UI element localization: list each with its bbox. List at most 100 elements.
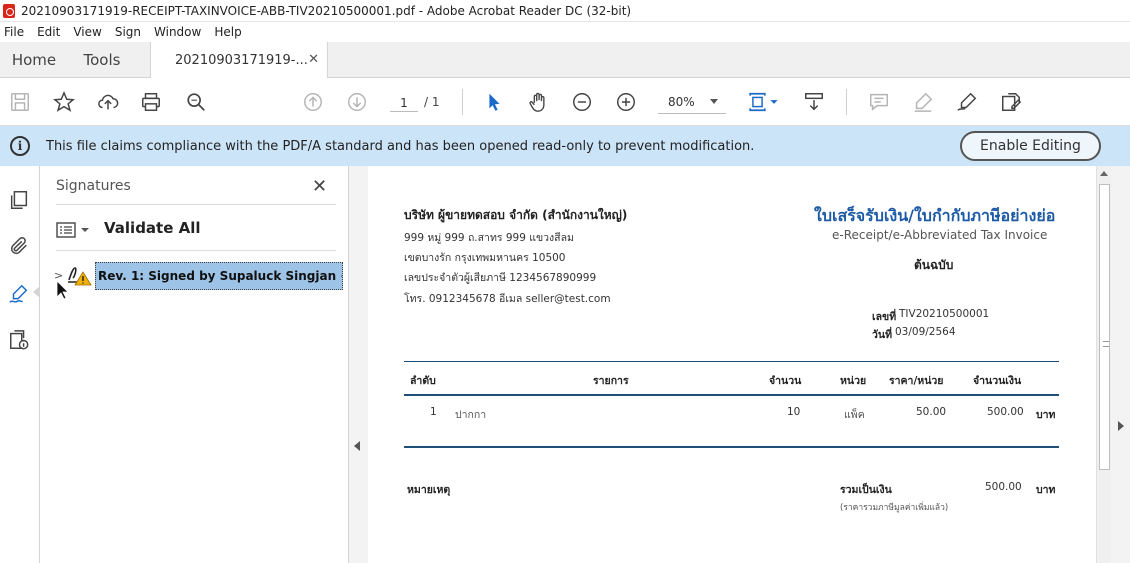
menu-bar: File Edit View Sign Window Help bbox=[0, 22, 1130, 42]
table-header-line bbox=[404, 394, 1059, 396]
pdfa-info-banner: i This file claims compliance with the P… bbox=[0, 126, 1130, 166]
enable-editing-button[interactable]: Enable Editing bbox=[960, 131, 1101, 161]
edit-pdf-icon[interactable] bbox=[999, 90, 1023, 114]
signature-pen-icon[interactable] bbox=[7, 282, 31, 306]
previous-page-icon[interactable] bbox=[301, 90, 325, 114]
document-number-label: เลขที่ bbox=[872, 311, 897, 323]
search-icon[interactable] bbox=[184, 90, 208, 114]
seller-address-line1: 999 หมู่ 999 ถ.สาทร 999 แขวงสีลม bbox=[404, 232, 574, 244]
zoom-out-icon[interactable] bbox=[570, 90, 594, 114]
right-panel-toggle[interactable] bbox=[1111, 166, 1130, 563]
document-title-thai: ใบเสร็จรับเงิน/ใบกำกับภาษีอย่างย่อ bbox=[814, 206, 1056, 225]
page-thumbnails-icon[interactable] bbox=[7, 188, 31, 212]
scroll-mode-icon[interactable] bbox=[802, 90, 826, 114]
signature-label: Rev. 1: Signed by Supaluck Singjan <supa… bbox=[98, 269, 342, 283]
menu-window[interactable]: Window bbox=[150, 25, 205, 39]
window-title: 20210903171919-RECEIPT-TAXINVOICE-ABB-TI… bbox=[21, 3, 632, 18]
menu-view[interactable]: View bbox=[69, 25, 105, 39]
column-header-no: ลำดับ bbox=[410, 375, 436, 387]
close-panel-icon[interactable]: ✕ bbox=[312, 176, 327, 197]
tab-document-label: 20210903171919-... bbox=[175, 53, 308, 68]
mouse-pointer-icon bbox=[56, 280, 69, 300]
seller-company-name: บริษัท ผู้ขายทดสอบ จำกัด (สำนักงานใหญ่) bbox=[404, 208, 628, 222]
toolbar-divider bbox=[462, 89, 463, 115]
panel-divider bbox=[56, 204, 336, 205]
active-panel-indicator bbox=[33, 286, 40, 298]
chevron-down-icon bbox=[710, 99, 718, 104]
zoom-level-value: 80% bbox=[668, 94, 695, 109]
row-no: 1 bbox=[430, 406, 437, 418]
document-canvas[interactable]: บริษัท ผู้ขายทดสอบ จำกัด (สำนักงานใหญ่) … bbox=[368, 166, 1096, 563]
row-amount: 500.00 bbox=[987, 406, 1024, 418]
signatures-panel: Signatures ✕ Validate All > Rev. 1: Sign… bbox=[40, 166, 349, 563]
panel-divider bbox=[56, 250, 336, 251]
tab-home[interactable]: Home bbox=[0, 42, 68, 78]
document-date: 03/09/2564 bbox=[895, 326, 956, 338]
tab-bar: Home Tools 20210903171919-... ✕ bbox=[0, 42, 1130, 79]
validate-all-button[interactable]: Validate All bbox=[104, 219, 201, 237]
page-number-input[interactable] bbox=[390, 90, 418, 112]
page-total: / 1 bbox=[424, 95, 440, 109]
scrollbar-grip bbox=[1103, 341, 1109, 347]
row-qty: 10 bbox=[787, 406, 801, 418]
scroll-up-arrow-icon[interactable] bbox=[1100, 171, 1108, 176]
zoom-level-dropdown[interactable]: 80% bbox=[658, 90, 726, 114]
title-bar: 20210903171919-RECEIPT-TAXINVOICE-ABB-TI… bbox=[0, 0, 1130, 22]
fill-sign-icon[interactable] bbox=[955, 90, 979, 114]
next-page-icon[interactable] bbox=[345, 90, 369, 114]
total-amount: 500.00 bbox=[985, 481, 1022, 493]
seller-address-line2: เขตบางรัก กรุงเทพมหานคร 10500 bbox=[404, 252, 566, 264]
remarks-label: หมายเหตุ bbox=[407, 484, 451, 496]
tab-tools[interactable]: Tools bbox=[68, 42, 136, 78]
panel-splitter[interactable] bbox=[349, 166, 368, 563]
signatures-panel-title: Signatures bbox=[56, 178, 131, 194]
column-header-qty: จำนวน bbox=[769, 375, 802, 387]
select-cursor-icon[interactable] bbox=[482, 90, 506, 114]
left-navigation-rail bbox=[0, 166, 40, 563]
table-top-line bbox=[404, 361, 1059, 362]
menu-sign[interactable]: Sign bbox=[111, 25, 145, 39]
options-menu-icon[interactable] bbox=[56, 222, 90, 238]
tab-document[interactable]: 20210903171919-... ✕ bbox=[150, 42, 328, 79]
menu-edit[interactable]: Edit bbox=[33, 25, 64, 39]
column-header-amount: จำนวนเงิน bbox=[973, 375, 1022, 387]
total-label: รวมเป็นเงิน bbox=[840, 484, 892, 496]
banner-message: This file claims compliance with the PDF… bbox=[46, 138, 755, 154]
highlight-pen-icon[interactable] bbox=[911, 90, 935, 114]
hand-tool-icon[interactable] bbox=[526, 90, 550, 114]
vat-included-note: (ราคารวมภาษีมูลค่าเพิ่มแล้ว) bbox=[840, 503, 949, 513]
seller-tax-id: เลขประจำตัวผู้เสียภาษี 1234567890999 bbox=[404, 272, 597, 284]
menu-help[interactable]: Help bbox=[210, 25, 245, 39]
row-item: ปากกา bbox=[455, 409, 487, 421]
column-header-unit: หน่วย bbox=[840, 375, 867, 387]
total-currency: บาท bbox=[1036, 484, 1056, 496]
document-properties-icon[interactable] bbox=[7, 328, 31, 352]
vertical-scrollbar[interactable] bbox=[1096, 166, 1111, 563]
zoom-in-icon[interactable] bbox=[614, 90, 638, 114]
acrobat-app-icon bbox=[3, 3, 15, 18]
document-date-label: วันที่ bbox=[872, 329, 892, 341]
document-title-english: e-Receipt/e-Abbreviated Tax Invoice bbox=[832, 228, 1048, 242]
upload-cloud-icon[interactable] bbox=[96, 90, 120, 114]
original-label: ต้นฉบับ bbox=[914, 258, 954, 272]
menu-file[interactable]: File bbox=[0, 25, 28, 39]
column-header-item: รายการ bbox=[593, 375, 629, 387]
row-currency: บาท bbox=[1036, 409, 1056, 421]
print-icon[interactable] bbox=[139, 90, 163, 114]
comment-icon[interactable] bbox=[867, 90, 891, 114]
attachment-paperclip-icon[interactable] bbox=[7, 234, 31, 258]
table-bottom-line bbox=[404, 446, 1059, 448]
collapse-panel-arrow-icon[interactable] bbox=[354, 441, 360, 451]
info-icon: i bbox=[10, 136, 30, 156]
toolbar: / 1 80% bbox=[0, 78, 1130, 126]
row-price: 50.00 bbox=[916, 406, 947, 418]
row-unit: แพ็ค bbox=[844, 409, 865, 421]
signature-list-item[interactable]: Rev. 1: Signed by Supaluck Singjan <supa… bbox=[95, 262, 343, 290]
expand-right-pane-arrow-icon[interactable] bbox=[1118, 421, 1124, 431]
save-icon[interactable] bbox=[8, 90, 32, 114]
scrollbar-thumb[interactable] bbox=[1099, 184, 1110, 470]
page-fit-icon[interactable] bbox=[746, 90, 780, 114]
bookmark-star-icon[interactable] bbox=[52, 90, 76, 114]
seller-contact: โทร. 0912345678 อีเมล seller@test.com bbox=[404, 293, 611, 305]
close-tab-icon[interactable]: ✕ bbox=[308, 52, 319, 67]
